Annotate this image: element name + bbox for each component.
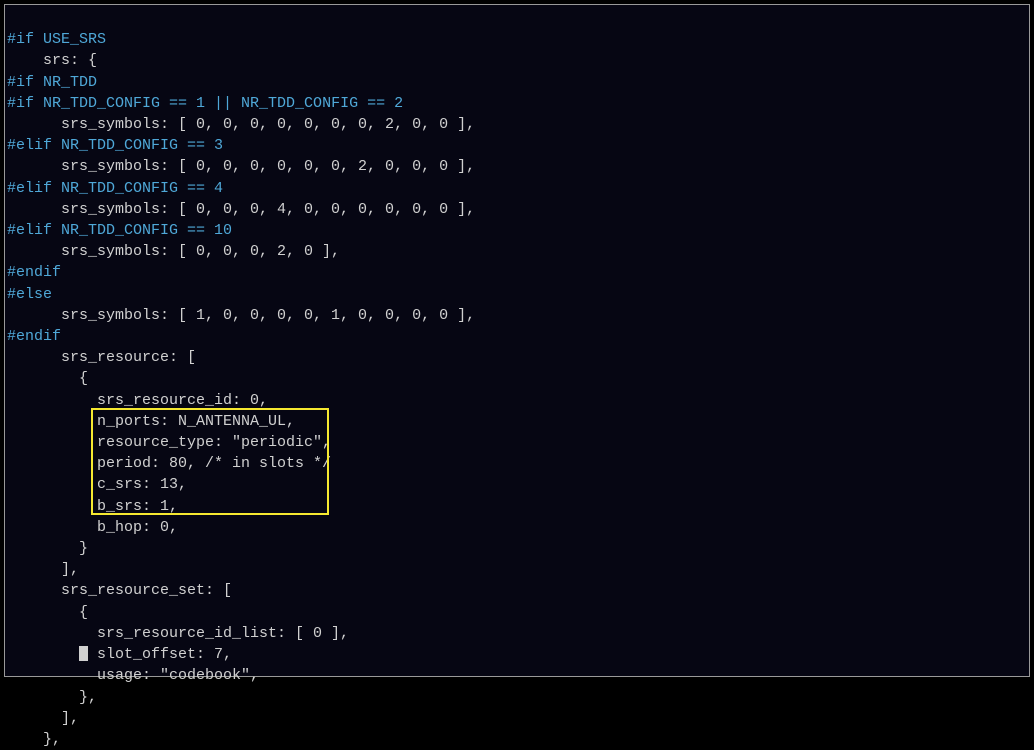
- code-text: srs_symbols: [ 1, 0, 0, 0, 0, 1, 0, 0, 0…: [7, 307, 475, 324]
- code-text: ],: [7, 561, 79, 578]
- code-text: c_srs: 13,: [7, 476, 187, 493]
- code-text: {: [7, 370, 88, 387]
- code-text: n_ports: N_ANTENNA_UL,: [7, 413, 295, 430]
- code-text: srs_resource_set: [: [7, 582, 232, 599]
- code-text: b_hop: 0,: [7, 519, 178, 536]
- code-text: srs_symbols: [ 0, 0, 0, 0, 0, 0, 2, 0, 0…: [7, 158, 475, 175]
- code-text: slot_offset: 7,: [88, 646, 232, 663]
- preprocessor-if: #if: [7, 95, 34, 112]
- code-text: {: [7, 604, 88, 621]
- code-text: srs_resource_id: 0,: [7, 392, 268, 409]
- code-text: NR_TDD_CONFIG == 3: [52, 137, 223, 154]
- code-text: NR_TDD_CONFIG == 10: [52, 222, 232, 239]
- text-cursor: [79, 646, 88, 661]
- code-text: srs_resource_id_list: [ 0 ],: [7, 625, 349, 642]
- code-text: [7, 646, 79, 663]
- preprocessor-else: #else: [7, 286, 52, 303]
- code-text: },: [7, 689, 97, 706]
- code-editor[interactable]: #if USE_SRS srs: { #if NR_TDD #if NR_TDD…: [4, 4, 1030, 677]
- preprocessor-if: #if: [7, 31, 34, 48]
- code-text: srs_symbols: [ 0, 0, 0, 2, 0 ],: [7, 243, 340, 260]
- code-text: usage: "codebook",: [7, 667, 259, 684]
- preprocessor-endif: #endif: [7, 328, 61, 345]
- code-text: }: [7, 540, 88, 557]
- code-text: USE_SRS: [34, 31, 106, 48]
- code-text: resource_type: "periodic",: [7, 434, 331, 451]
- code-text: NR_TDD_CONFIG == 1 || NR_TDD_CONFIG == 2: [34, 95, 403, 112]
- code-text: srs_symbols: [ 0, 0, 0, 0, 0, 0, 0, 2, 0…: [7, 116, 475, 133]
- code-text: NR_TDD: [34, 74, 97, 91]
- code-text: period: 80, /* in slots */: [7, 455, 331, 472]
- code-text: srs: {: [7, 52, 97, 69]
- preprocessor-elif: #elif: [7, 137, 52, 154]
- code-text: srs_resource: [: [7, 349, 196, 366]
- preprocessor-elif: #elif: [7, 222, 52, 239]
- preprocessor-if: #if: [7, 74, 34, 91]
- code-text: },: [7, 731, 61, 748]
- code-text: srs_symbols: [ 0, 0, 0, 4, 0, 0, 0, 0, 0…: [7, 201, 475, 218]
- code-text: NR_TDD_CONFIG == 4: [52, 180, 223, 197]
- preprocessor-endif: #endif: [7, 264, 61, 281]
- preprocessor-elif: #elif: [7, 180, 52, 197]
- code-text: ],: [7, 710, 79, 727]
- code-text: b_srs: 1,: [7, 498, 178, 515]
